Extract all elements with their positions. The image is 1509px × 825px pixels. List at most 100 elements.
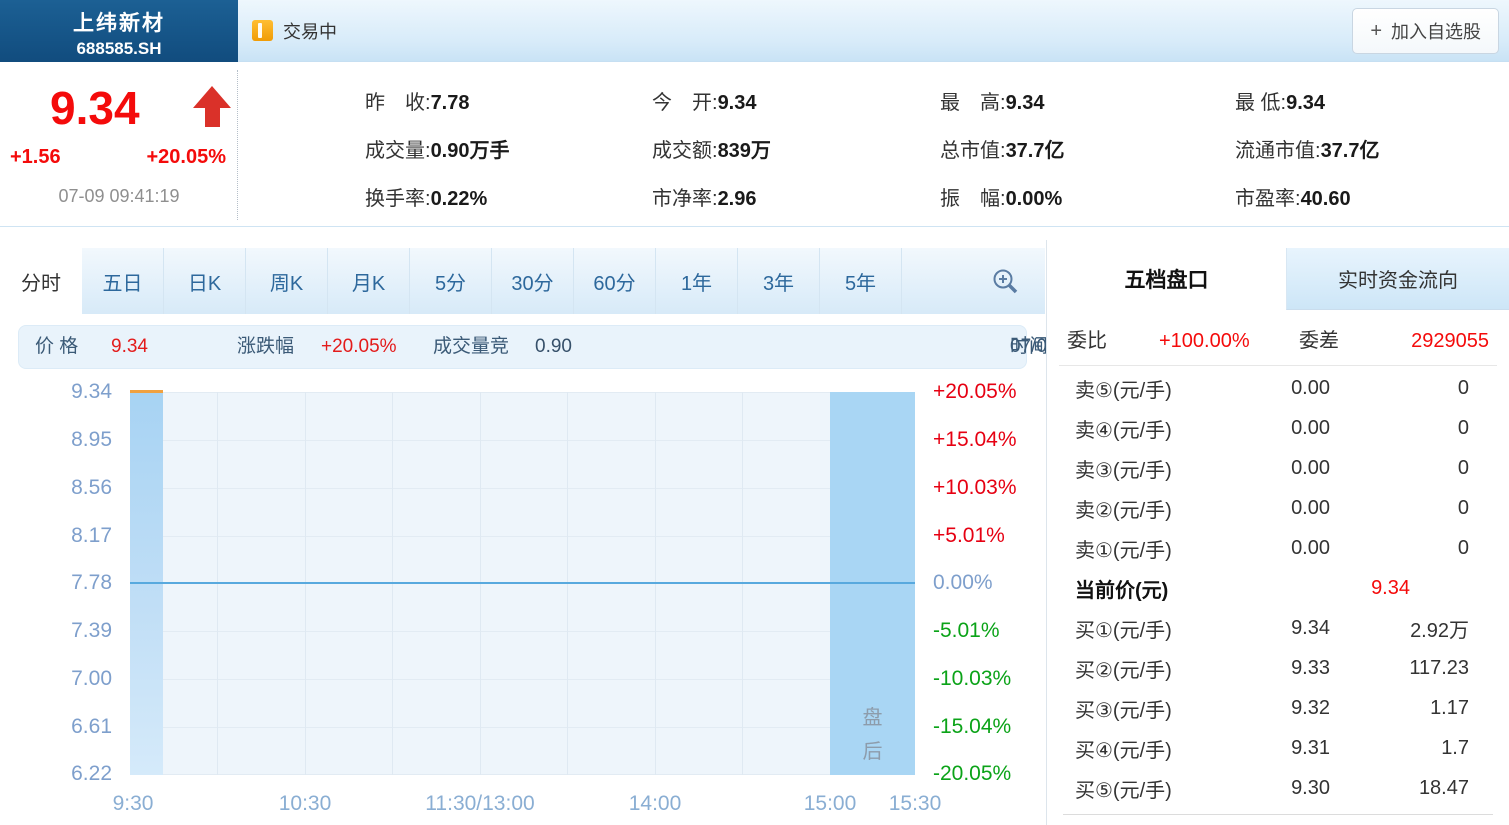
intraday-chart: 9.34 8.95 8.56 8.17 7.78 7.39 7.00 6.61 … [0,375,1045,825]
tab-60min[interactable]: 60分 [574,248,656,314]
y-axis-price-label: 8.56 [0,475,112,501]
bid-row-5: 买⑤(元/手)9.3018.47 [1047,768,1509,808]
readout-price-value: 9.34 [111,326,148,368]
ask-row-4: 卖④(元/手)0.000 [1047,408,1509,448]
y-axis-price-label: 8.17 [0,523,112,549]
wei-cha-label: 委差 [1299,318,1339,364]
wei-cha-value: 2929055 [1411,318,1489,364]
x-axis-time-label: 11:30/13:00 [425,792,534,816]
readout-volume-label: 成交量竞 [433,326,509,368]
tab-daily-k[interactable]: 日K [164,248,246,314]
bid-row-3: 买③(元/手)9.321.17 [1047,688,1509,728]
bid-row-1: 买①(元/手)9.342.92万 [1047,608,1509,648]
y-axis-percent-label: -20.05% [933,761,1011,787]
stat-high: 最 高:9.34 [940,86,1235,115]
stat-open: 今 开:9.34 [652,86,940,115]
x-axis-time-label: 9:30 [113,792,154,816]
y-axis-percent-label: -5.01% [933,618,1000,644]
tab-weekly-k[interactable]: 周K [246,248,328,314]
tabbar-filler [902,248,1045,314]
readout-volume-value: 0.90 [535,326,572,368]
tab-30min[interactable]: 30分 [492,248,574,314]
chart-plot-area[interactable]: 盘 后 [130,392,915,775]
price-up-arrow-icon [192,86,232,132]
tab-five-level-quote[interactable]: 五档盘口 [1047,248,1286,310]
stat-low: 最 低:9.34 [1235,86,1509,115]
ask-row-1: 卖①(元/手)0.000 [1047,528,1509,568]
stock-identity: 上纬新材 688585.SH [0,0,238,62]
stat-market-cap: 总市值:37.7亿 [940,134,1235,163]
y-axis-price-label: 9.34 [0,379,112,405]
y-axis-percent-label: +10.03% [933,475,1017,501]
stat-turnover: 成交额:839万 [652,134,940,163]
stat-pe-ratio: 市盈率:40.60 [1235,182,1509,211]
readout-price-label: 价 格 [35,326,78,368]
zoom-in-icon[interactable] [991,267,1019,295]
quote-timestamp: 07-09 09:41:19 [0,186,238,207]
y-axis-price-label: 6.22 [0,761,112,787]
x-axis-time-label: 15:30 [889,792,942,816]
section-divider [0,226,1509,227]
ask-row-3: 卖③(元/手)0.000 [1047,448,1509,488]
tab-5day[interactable]: 五日 [82,248,164,314]
y-axis-price-label: 7.39 [0,618,112,644]
y-axis-percent-label: +5.01% [933,523,1005,549]
add-watchlist-label: 加入自选股 [1391,18,1481,44]
plus-icon: + [1370,21,1382,41]
ask-row-5: 卖⑤(元/手)0.000 [1047,368,1509,408]
stats-grid: 昨 收:7.78 今 开:9.34 最 高:9.34 最 低:9.34 成交量:… [238,62,1509,226]
y-axis-price-label: 8.95 [0,427,112,453]
stat-volume: 成交量:0.90万手 [365,134,652,163]
tab-3year[interactable]: 3年 [738,248,820,314]
wei-bi-label: 委比 [1067,318,1107,364]
bid-row-4: 买④(元/手)9.311.7 [1047,728,1509,768]
price-block: 9.34 +1.56 +20.05% 07-09 09:41:19 [0,62,238,226]
current-price-value: 9.34 [1240,577,1410,600]
price-line [130,390,163,393]
y-axis-price-label: 6.61 [0,714,112,740]
y-axis-percent-label: -15.04% [933,714,1011,740]
y-axis-percent-label: +20.05% [933,379,1017,405]
x-axis-time-label: 10:30 [279,792,332,816]
ask-row-2: 卖②(元/手)0.000 [1047,488,1509,528]
y-axis-percent-label: +15.04% [933,427,1017,453]
readout-change-value: +20.05% [321,326,397,368]
chart-section: 分时 五日 日K 周K 月K 5分 30分 60分 1年 3年 5年 价 格 9… [0,240,1045,825]
tab-intraday[interactable]: 分时 [0,248,82,314]
order-book-panel: 五档盘口 实时资金流向 委比 +100.00% 委差 2929055 卖⑤(元/… [1046,240,1509,825]
y-axis-percent-label: 0.00% [933,570,993,596]
add-watchlist-button[interactable]: + 加入自选股 [1352,8,1499,54]
price-change-percent: +20.05% [146,146,226,169]
readout-change-label: 涨跌幅 [237,326,294,368]
bid-row-2: 买②(元/手)9.33117.23 [1047,648,1509,688]
order-book-table: 卖⑤(元/手)0.000 卖④(元/手)0.000 卖③(元/手)0.000 卖… [1047,368,1509,815]
wei-bi-value: +100.00% [1159,318,1250,364]
stat-pb-ratio: 市净率:2.96 [652,182,940,211]
stat-float-cap: 流通市值:37.7亿 [1235,134,1509,163]
stat-prev-close: 昨 收:7.78 [365,86,652,115]
tab-5min[interactable]: 5分 [410,248,492,314]
stock-code: 688585.SH [0,39,238,59]
x-axis-time-label: 15:00 [804,792,857,816]
after-hours-label: 盘 后 [830,701,915,769]
current-price-row: 当前价(元)9.34 [1047,568,1509,608]
order-book-tabs: 五档盘口 实时资金流向 [1047,248,1509,310]
quote-summary: 9.34 +1.56 +20.05% 07-09 09:41:19 昨 收:7.… [0,62,1509,226]
y-axis-percent-label: -10.03% [933,666,1011,692]
commission-summary: 委比 +100.00% 委差 2929055 [1067,318,1489,364]
tab-monthly-k[interactable]: 月K [328,248,410,314]
tab-1year[interactable]: 1年 [656,248,738,314]
last-price: 9.34 [50,81,140,135]
prev-close-line [130,582,915,584]
tab-realtime-fund-flow[interactable]: 实时资金流向 [1286,248,1509,310]
y-axis-price-label: 7.78 [0,570,112,596]
stock-quote-app: 上纬新材 688585.SH 交易中 + 加入自选股 9.34 +1.56 +2… [0,0,1509,825]
trading-status-icon [252,20,273,41]
divider [1063,814,1493,815]
chart-readout-bar: 价 格 9.34 涨跌幅 +20.05% 成交量竞 0.90 时间: 07/09… [18,325,1027,369]
x-axis-time-label: 14:00 [629,792,682,816]
tab-5year[interactable]: 5年 [820,248,902,314]
status-bar: 交易中 + 加入自选股 [238,0,1509,62]
stat-turnover-rate: 换手率:0.22% [365,182,652,211]
stock-name: 上纬新材 [0,7,238,37]
